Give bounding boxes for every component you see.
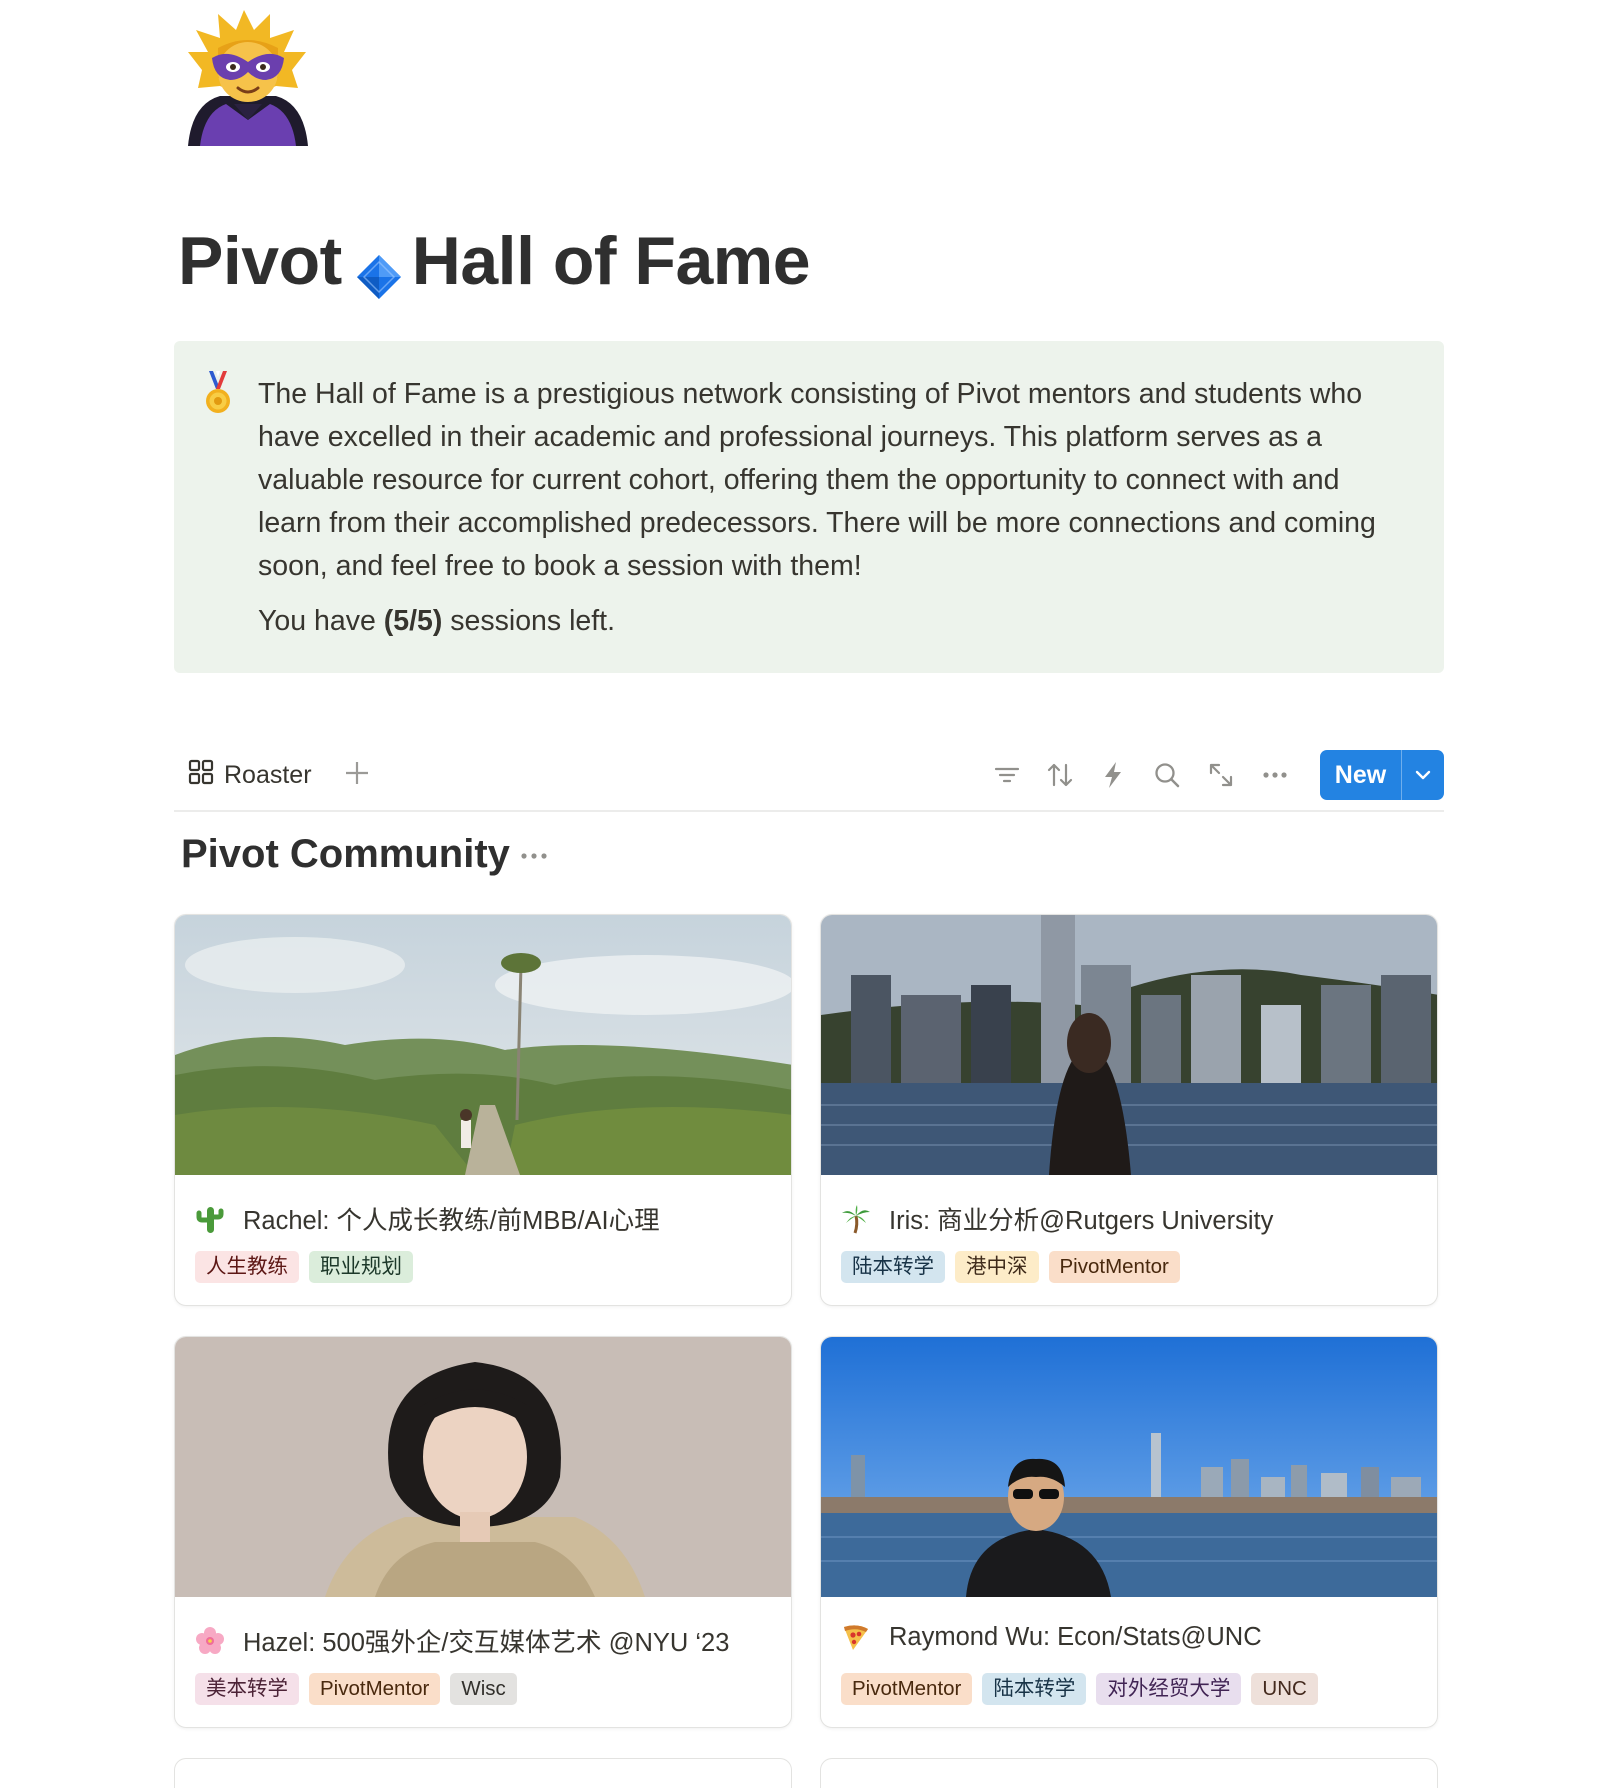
gallery-card[interactable]: Hazel: 500强外企/交互媒体艺术 @NYU ‘23 美本转学 Pivot… (174, 1336, 792, 1728)
chevron-down-icon[interactable] (1402, 765, 1444, 785)
tag: 职业规划 (309, 1251, 413, 1283)
card-tags: 陆本转学 港中深 PivotMentor (841, 1251, 1180, 1283)
medal-icon (202, 371, 234, 415)
tag: 陆本转学 (982, 1673, 1087, 1705)
tag: UNC (1251, 1673, 1318, 1705)
sessions-prefix: You have (258, 605, 384, 637)
sort-icon[interactable] (1045, 760, 1075, 790)
new-button-label: New (1334, 760, 1387, 789)
card-title[interactable]: Raymond Wu: Econ/Stats@UNC (841, 1622, 1262, 1652)
view-tab-label: Roaster (224, 760, 312, 789)
new-button[interactable]: New (1320, 750, 1444, 800)
group-more-icon[interactable] (518, 844, 550, 868)
more-icon[interactable] (1260, 760, 1290, 790)
tag: Wisc (450, 1673, 517, 1705)
card-title-text: Hazel: 500强外企/交互媒体艺术 @NYU ‘23 (243, 1629, 730, 1657)
gallery-card-peek[interactable] (174, 1758, 792, 1788)
gallery-grid-icon (188, 759, 224, 792)
card-tags: 人生教练 职业规划 (195, 1251, 413, 1283)
card-cover-image (821, 915, 1437, 1175)
search-icon[interactable] (1152, 760, 1182, 790)
sessions-suffix: sessions left. (442, 605, 615, 637)
blue-diamond-icon (356, 238, 402, 299)
gallery-card[interactable]: Rachel: 个人成长教练/前MBB/AI心理 人生教练 职业规划 (174, 914, 792, 1306)
expand-icon[interactable] (1206, 760, 1236, 790)
tag: 对外经贸大学 (1096, 1673, 1242, 1705)
group-title[interactable]: Pivot Community (181, 832, 510, 877)
cherry-blossom-icon (195, 1626, 225, 1656)
card-title[interactable]: Rachel: 个人成长教练/前MBB/AI心理 (195, 1200, 660, 1237)
gallery-card-peek[interactable] (820, 1758, 1438, 1788)
cactus-icon (195, 1204, 225, 1234)
sessions-left-text: You have (5/5) sessions left. (258, 600, 1408, 643)
card-cover-image (821, 1337, 1437, 1597)
superhero-emoji-icon[interactable] (178, 8, 318, 148)
tag: 陆本转学 (841, 1251, 945, 1283)
card-title-text: Rachel: 个人成长教练/前MBB/AI心理 (243, 1207, 660, 1235)
tag: PivotMentor (1048, 1251, 1180, 1283)
card-title-text: Raymond Wu: Econ/Stats@UNC (889, 1622, 1262, 1651)
card-tags: PivotMentor 陆本转学 对外经贸大学 UNC (841, 1673, 1318, 1705)
card-tags: 美本转学 PivotMentor Wisc (195, 1673, 517, 1705)
automation-bolt-icon[interactable] (1098, 760, 1128, 790)
add-view-icon[interactable] (342, 758, 372, 788)
card-title-text: Iris: 商业分析@Rutgers University (889, 1207, 1274, 1235)
card-title[interactable]: Hazel: 500强外企/交互媒体艺术 @NYU ‘23 (195, 1622, 729, 1659)
callout-block[interactable]: The Hall of Fame is a prestigious networ… (174, 341, 1444, 673)
view-tab-roaster[interactable]: Roaster (188, 759, 312, 792)
database-toolbar: Roaster New (174, 750, 1444, 812)
sessions-count: (5/5) (383, 605, 443, 637)
tag: 美本转学 (195, 1673, 299, 1705)
card-cover-image (175, 1337, 791, 1597)
card-cover-image (175, 915, 791, 1175)
tag: 港中深 (955, 1251, 1039, 1283)
gallery-card[interactable]: Iris: 商业分析@Rutgers University 陆本转学 港中深 P… (820, 914, 1438, 1306)
page-title-part1: Pivot (178, 223, 342, 299)
card-title[interactable]: Iris: 商业分析@Rutgers University (841, 1200, 1273, 1237)
palm-tree-icon (841, 1204, 871, 1234)
tag: PivotMentor (841, 1673, 973, 1705)
tag: PivotMentor (309, 1673, 441, 1705)
filter-icon[interactable] (992, 760, 1022, 790)
page-title-part2: Hall of Fame (411, 223, 811, 299)
gallery-card[interactable]: Raymond Wu: Econ/Stats@UNC PivotMentor 陆… (820, 1336, 1438, 1728)
page-title[interactable]: Pivot Hall of Fame (178, 222, 811, 300)
tag: 人生教练 (195, 1251, 299, 1283)
pizza-icon (841, 1622, 871, 1652)
callout-text: The Hall of Fame is a prestigious networ… (258, 378, 1376, 582)
